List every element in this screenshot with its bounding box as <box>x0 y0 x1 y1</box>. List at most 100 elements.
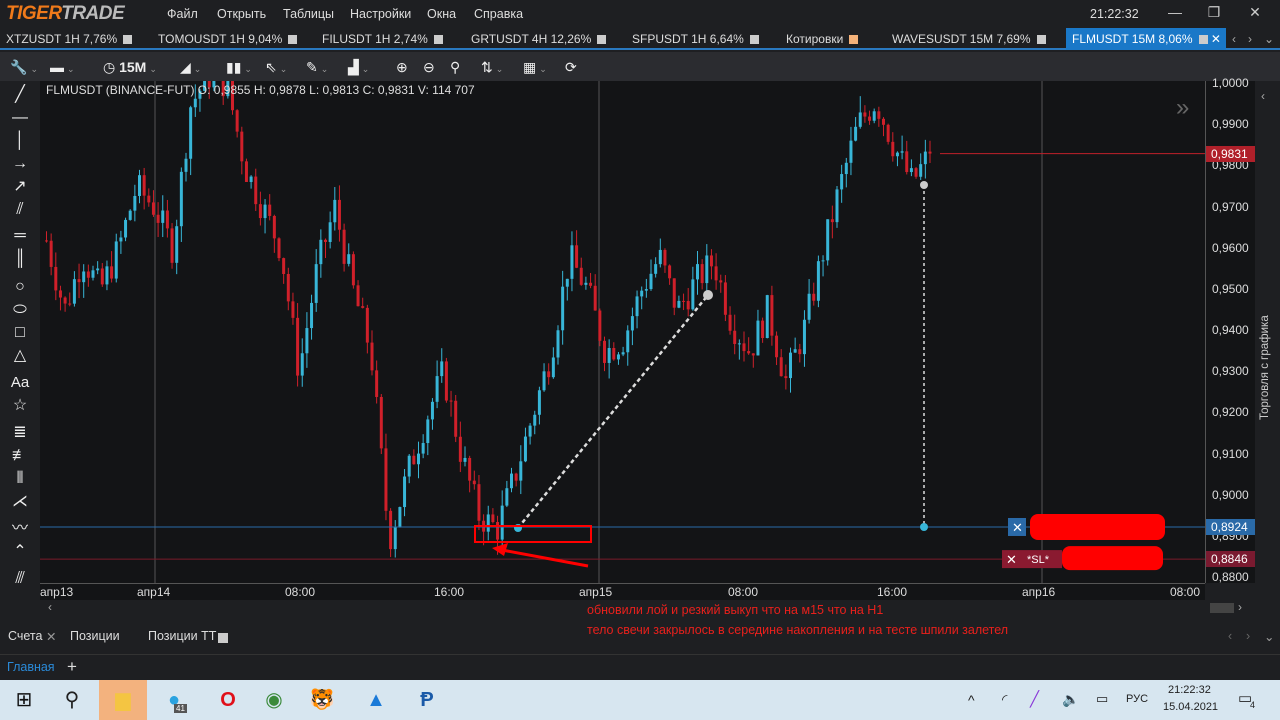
parallel-h-icon[interactable]: ═ <box>8 226 32 246</box>
candle-body <box>305 328 309 354</box>
panel-next-icon[interactable]: › <box>1246 629 1250 643</box>
menu-open[interactable]: Открыть <box>217 7 266 21</box>
candle-body <box>486 514 490 532</box>
calendar-icon[interactable]: ▦ ⌄ <box>523 56 547 78</box>
pencil-icon[interactable]: ✎ ⌄ <box>306 56 328 78</box>
candle-body <box>310 302 314 329</box>
terminal-app-icon[interactable]: Ᵽ <box>405 680 449 720</box>
line-tool-icon[interactable]: ╱ <box>8 85 32 105</box>
ellipse-icon[interactable]: ⬭ <box>8 300 32 320</box>
arrow-right-icon[interactable]: → <box>8 154 32 174</box>
close-icon[interactable]: ✕ <box>1240 4 1270 24</box>
wifi-icon[interactable]: ◜ <box>1002 691 1007 708</box>
tab-positions-tt[interactable]: Позиции ТТ <box>148 629 216 643</box>
tabs-menu-icon[interactable]: ⌄ <box>1258 28 1280 50</box>
battery-icon[interactable]: ▭ <box>1096 691 1108 707</box>
time-zones-icon[interactable]: ⦀ <box>8 469 32 489</box>
minimize-icon[interactable]: — <box>1160 4 1190 24</box>
tabs-next-icon[interactable]: › <box>1242 28 1258 50</box>
windows-start-icon[interactable]: ⊞ <box>2 680 46 720</box>
candles-icon[interactable]: ▮▮ ⌄ <box>226 56 252 78</box>
taskbar-date[interactable]: 15.04.2021 <box>1163 701 1218 713</box>
menu-windows[interactable]: Окна <box>427 7 456 21</box>
scroll-right-icon[interactable]: › <box>1238 600 1242 614</box>
workspace-tab-main[interactable]: Главная <box>7 660 55 674</box>
candle-body <box>314 264 318 303</box>
candlestick-canvas[interactable]: ✕ ✕ *SL* <box>40 81 1205 583</box>
timeframe-button[interactable]: ◷ 15M ⌄ <box>103 56 157 78</box>
menu-help[interactable]: Справка <box>474 7 523 21</box>
close-accounts-icon[interactable]: ✕ <box>46 629 56 644</box>
fibonacci-icon[interactable]: ≣ <box>8 423 32 443</box>
panel-menu-icon[interactable]: ⌄ <box>1264 629 1274 644</box>
tray-chevron-icon[interactable]: ^ <box>968 692 975 708</box>
tab-quotes[interactable]: Котировки <box>780 28 864 50</box>
volume-icon[interactable]: 🔈 <box>1062 691 1079 708</box>
circle-icon[interactable]: ○ <box>8 277 32 297</box>
expand-panel-icon[interactable]: » <box>1176 94 1189 122</box>
panel-prev-icon[interactable]: ‹ <box>1228 629 1232 643</box>
arrow-diag-icon[interactable]: ↗ <box>8 177 32 197</box>
vertical-line-icon[interactable]: │ <box>8 131 32 151</box>
menu-file[interactable]: Файл <box>167 7 198 21</box>
rectangle-icon[interactable]: □ <box>8 323 32 343</box>
add-workspace-button[interactable]: + <box>67 657 77 677</box>
folder-icon[interactable]: ▬ ⌄ <box>50 56 75 78</box>
taskbar-time[interactable]: 21:22:32 <box>1168 684 1211 696</box>
chart-type-icon[interactable]: ◢ ⌄ <box>180 56 201 78</box>
triangle-icon[interactable]: △ <box>8 346 32 366</box>
price-axis[interactable]: 1,0000 0,9900 0,9800 0,9700 0,9600 0,9500 0,94… <box>1205 76 1256 584</box>
tab-grtusdt[interactable]: GRTUSDT 4H 12,26% <box>465 28 612 50</box>
horizontal-line-icon[interactable]: — <box>8 108 32 128</box>
pen-icon[interactable]: ╱ <box>1030 690 1039 708</box>
candle-body <box>542 371 546 391</box>
wrench-icon[interactable]: 🔧 ⌄ <box>10 56 38 78</box>
zoom-in-icon[interactable]: ⊕ <box>396 56 408 78</box>
pitchfork-icon[interactable]: ⋌ <box>8 492 32 512</box>
star-icon[interactable]: ☆ <box>8 396 32 416</box>
tabs-prev-icon[interactable]: ‹ <box>1226 28 1242 50</box>
polyline-icon[interactable]: 〰 <box>8 519 32 539</box>
tab-filusdt[interactable]: FILUSDT 1H 2,74% <box>316 28 449 50</box>
tab-xtzusdt[interactable]: XTZUSDT 1H 7,76% <box>0 28 138 50</box>
chart-trading-tab[interactable]: Торговля с графика <box>1259 315 1271 420</box>
tab-positions[interactable]: Позиции <box>70 629 120 643</box>
hide-tools-icon[interactable]: ⫻ <box>8 569 32 589</box>
telegram-icon[interactable]: ● <box>152 680 196 720</box>
parallel-v-icon[interactable]: ║ <box>8 249 32 269</box>
zoom-out-icon[interactable]: ⊖ <box>423 56 435 78</box>
search-icon[interactable]: ⚲ <box>50 680 94 720</box>
menu-settings[interactable]: Настройки <box>350 7 411 21</box>
refresh-icon[interactable]: ⟳ <box>565 56 577 78</box>
tigertrade-icon[interactable]: 🐯 <box>300 680 344 720</box>
tab-tomousdt[interactable]: TOMOUSDT 1H 9,04% <box>152 28 303 50</box>
time-axis[interactable]: апр13 апр14 08:00 16:00 апр15 08:00 16:00 апр16… <box>40 583 1205 600</box>
restore-icon[interactable]: ❐ <box>1199 4 1229 24</box>
price-chart[interactable]: ✕ ✕ *SL* <box>40 81 1205 583</box>
opera-icon[interactable]: O <box>206 680 250 720</box>
sort-icon[interactable]: ⇅ ⌄ <box>481 56 503 78</box>
tab-close-icon[interactable]: ✕ <box>1211 32 1221 46</box>
cursor-icon[interactable]: ⇖ ⌄ <box>265 56 287 78</box>
channel-icon[interactable]: ⫽ <box>8 200 32 220</box>
scroll-thumb[interactable] <box>1210 603 1234 613</box>
candle-body <box>807 293 811 320</box>
language-indicator[interactable]: РУС <box>1126 693 1148 705</box>
indicators-icon[interactable]: ▟ ⌄ <box>348 56 369 78</box>
tab-accounts[interactable]: Счета <box>8 629 42 643</box>
candle-body <box>928 151 932 154</box>
cloud-app-icon[interactable]: ▲ <box>354 680 398 720</box>
text-tool-icon[interactable]: Aa <box>8 373 32 393</box>
file-explorer-icon[interactable]: ▆ <box>99 680 147 720</box>
chrome-icon[interactable]: ◉ <box>252 680 296 720</box>
search-icon[interactable]: ⚲ <box>450 56 460 78</box>
scroll-left-icon[interactable]: ‹ <box>48 600 52 614</box>
arc-icon[interactable]: ⌃ <box>8 542 32 562</box>
tab-flmusdt[interactable]: FLMUSDT 15M 8,06% ✕ <box>1066 28 1226 50</box>
tab-wavesusdt[interactable]: WAVESUSDT 15M 7,69% <box>886 28 1052 50</box>
fib-fan-icon[interactable]: ≢ <box>8 446 32 466</box>
tab-sfpusdt[interactable]: SFPUSDT 1H 6,64% <box>626 28 765 50</box>
menu-tables[interactable]: Таблицы <box>283 7 334 21</box>
collapse-icon[interactable]: ‹ <box>1261 89 1265 103</box>
candle-body <box>756 320 760 356</box>
